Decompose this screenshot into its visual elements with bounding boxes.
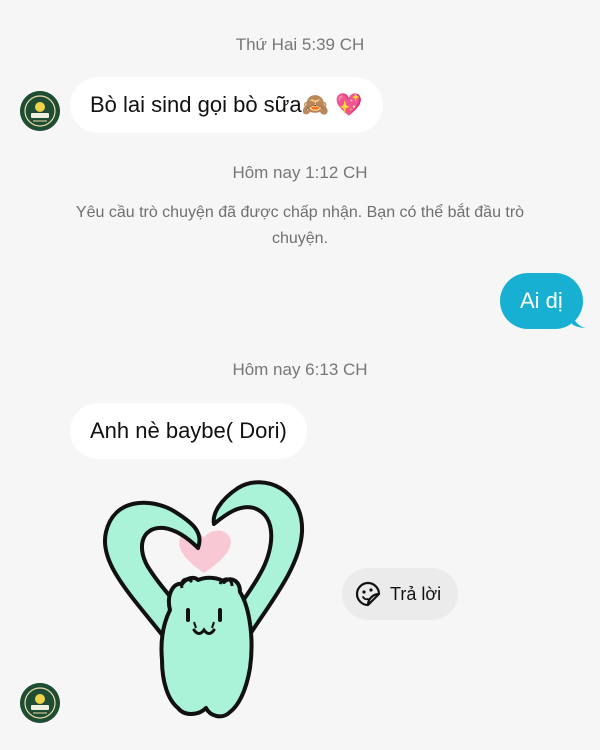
message-incoming[interactable]: Anh nè baybe( Dori) [70, 403, 307, 459]
message-text: Anh nè baybe( Dori) [90, 418, 287, 443]
sticker-smile-icon [355, 581, 381, 607]
timestamp-monday: Thứ Hai 5:39 CH [235, 35, 365, 54]
see-no-evil-monkey-emoji: 🙈 [301, 92, 330, 117]
contact-avatar[interactable] [20, 91, 60, 131]
sticker-body [159, 575, 254, 719]
reply-button[interactable]: Trả lời [342, 568, 458, 620]
avatar-logo-icon [20, 91, 60, 131]
timestamp-today-2: Hôm nay 6:13 CH [232, 360, 368, 379]
message-outgoing[interactable]: Ai dị [500, 273, 583, 329]
message-incoming[interactable]: Bò lai sind gọi bò sữa🙈 💖 [70, 77, 383, 133]
heart-cat-sticker[interactable] [88, 470, 318, 725]
avatar-logo-icon [20, 683, 60, 723]
sparkling-heart-emoji: 💖 [335, 92, 363, 117]
bubble-tail-icon [572, 314, 586, 328]
timestamp-today-1: Hôm nay 1:12 CH [232, 163, 368, 182]
reply-label: Trả lời [390, 583, 442, 604]
contact-avatar[interactable] [20, 683, 60, 723]
message-text: Ai dị [520, 288, 563, 313]
message-text: Bò lai sind gọi bò sữa [90, 92, 302, 117]
system-message: Yêu cầu trò chuyện đã được chấp nhận. Bạ… [75, 204, 525, 247]
